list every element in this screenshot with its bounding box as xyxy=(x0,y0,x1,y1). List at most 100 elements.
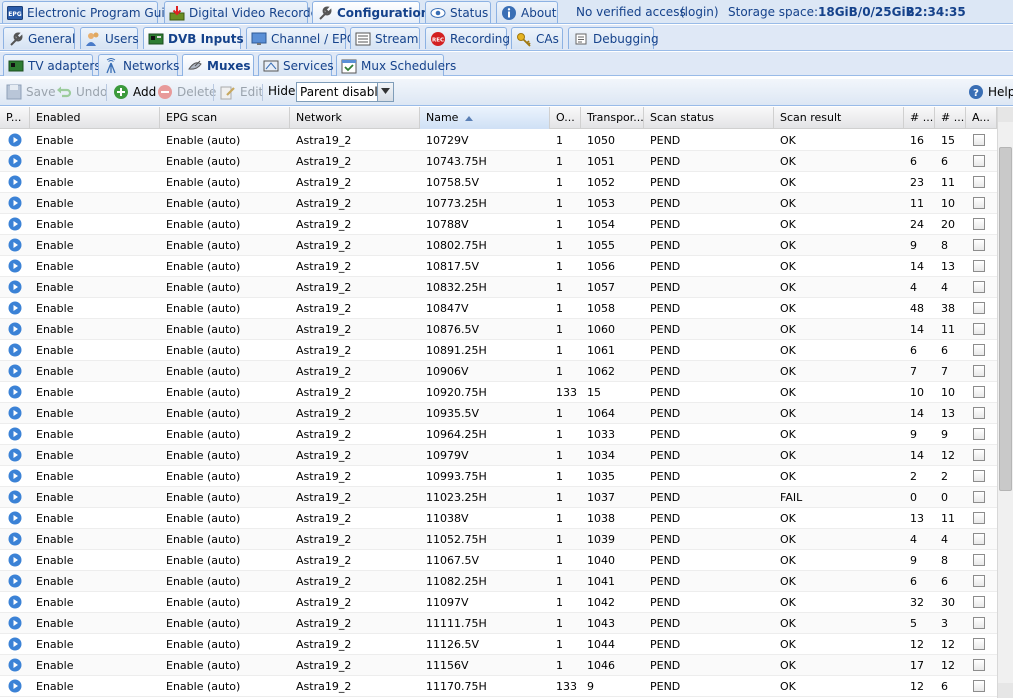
play-icon[interactable] xyxy=(8,238,22,252)
col-network[interactable]: Network xyxy=(290,107,420,129)
active-checkbox[interactable] xyxy=(973,554,985,566)
play-icon[interactable] xyxy=(8,637,22,651)
login-link[interactable]: (login) xyxy=(680,5,719,19)
col-enabled[interactable]: Enabled xyxy=(30,107,160,129)
table-row[interactable]: Enable Enable (auto) Astra19_2 10891.25H 1 10… xyxy=(0,340,997,361)
play-icon[interactable] xyxy=(8,616,22,630)
play-icon[interactable] xyxy=(8,196,22,210)
play-icon[interactable] xyxy=(8,259,22,273)
play-icon[interactable] xyxy=(8,322,22,336)
table-row[interactable]: Enable Enable (auto) Astra19_2 11067.5V 1 104… xyxy=(0,550,997,571)
active-checkbox[interactable] xyxy=(973,386,985,398)
table-row[interactable]: Enable Enable (auto) Astra19_2 10773.25H 1 10… xyxy=(0,193,997,214)
active-checkbox[interactable] xyxy=(973,512,985,524)
play-icon[interactable] xyxy=(8,553,22,567)
col-active[interactable]: A... xyxy=(966,107,997,129)
play-icon[interactable] xyxy=(8,658,22,672)
tab-stream[interactable]: Stream xyxy=(350,27,420,49)
table-row[interactable]: Enable Enable (auto) Astra19_2 10802.75H 1 10… xyxy=(0,235,997,256)
active-checkbox[interactable] xyxy=(973,659,985,671)
table-row[interactable]: Enable Enable (auto) Astra19_2 11052.75H 1 10… xyxy=(0,529,997,550)
col-onid[interactable]: O... xyxy=(550,107,581,129)
play-icon[interactable] xyxy=(8,448,22,462)
play-icon[interactable] xyxy=(8,490,22,504)
active-checkbox[interactable] xyxy=(973,239,985,251)
table-row[interactable]: Enable Enable (auto) Astra19_2 11038V 1 1038 P… xyxy=(0,508,997,529)
tab-general[interactable]: General xyxy=(3,27,75,49)
col-name[interactable]: Name xyxy=(420,107,550,129)
active-checkbox[interactable] xyxy=(973,617,985,629)
active-checkbox[interactable] xyxy=(973,260,985,272)
play-icon[interactable] xyxy=(8,364,22,378)
table-row[interactable]: Enable Enable (auto) Astra19_2 10993.75H 1 10… xyxy=(0,466,997,487)
table-row[interactable]: Enable Enable (auto) Astra19_2 11023.25H 1 10… xyxy=(0,487,997,508)
tab-services[interactable]: Services xyxy=(258,54,334,76)
play-icon[interactable] xyxy=(8,385,22,399)
tab-recording[interactable]: REC Recording xyxy=(425,27,510,49)
table-row[interactable]: Enable Enable (auto) Astra19_2 11111.75H 1 10… xyxy=(0,613,997,634)
tab-users[interactable]: Users xyxy=(80,27,139,49)
play-icon[interactable] xyxy=(8,217,22,231)
active-checkbox[interactable] xyxy=(973,176,985,188)
col-num-services[interactable]: # ... xyxy=(904,107,935,129)
table-row[interactable]: Enable Enable (auto) Astra19_2 11082.25H 1 10… xyxy=(0,571,997,592)
active-checkbox[interactable] xyxy=(973,344,985,356)
active-checkbox[interactable] xyxy=(973,470,985,482)
play-icon[interactable] xyxy=(8,406,22,420)
hide-select[interactable]: Parent disabled xyxy=(296,82,394,102)
play-icon[interactable] xyxy=(8,574,22,588)
play-icon[interactable] xyxy=(8,511,22,525)
active-checkbox[interactable] xyxy=(973,638,985,650)
active-checkbox[interactable] xyxy=(973,449,985,461)
delete-button[interactable]: Delete xyxy=(157,84,216,100)
table-row[interactable]: Enable Enable (auto) Astra19_2 11097V 1 1042 P… xyxy=(0,592,997,613)
active-checkbox[interactable] xyxy=(973,155,985,167)
col-scan-status[interactable]: Scan status xyxy=(644,107,774,129)
table-row[interactable]: Enable Enable (auto) Astra19_2 10906V 1 1062 P… xyxy=(0,361,997,382)
table-row[interactable]: Enable Enable (auto) Astra19_2 10817.5V 1 105… xyxy=(0,256,997,277)
tab-muxes[interactable]: Muxes xyxy=(182,54,254,76)
active-checkbox[interactable] xyxy=(973,596,985,608)
table-row[interactable]: Enable Enable (auto) Astra19_2 10788V 1 1054 P… xyxy=(0,214,997,235)
active-checkbox[interactable] xyxy=(973,134,985,146)
active-checkbox[interactable] xyxy=(973,533,985,545)
active-checkbox[interactable] xyxy=(973,407,985,419)
tab-networks[interactable]: Networks xyxy=(98,54,179,76)
tab-about[interactable]: About xyxy=(496,1,558,23)
table-row[interactable]: Enable Enable (auto) Astra19_2 10758.5V 1 105… xyxy=(0,172,997,193)
tab-channel-epg[interactable]: Channel / EPG xyxy=(246,27,356,49)
play-icon[interactable] xyxy=(8,133,22,147)
undo-button[interactable]: Undo xyxy=(56,84,107,100)
tab-mux-schedulers[interactable]: Mux Schedulers xyxy=(336,54,456,76)
play-icon[interactable] xyxy=(8,154,22,168)
play-icon[interactable] xyxy=(8,301,22,315)
chevron-down-icon[interactable] xyxy=(377,83,393,101)
active-checkbox[interactable] xyxy=(973,281,985,293)
col-num-channels[interactable]: # ... xyxy=(935,107,966,129)
col-transport[interactable]: Transpor... xyxy=(581,107,644,129)
play-icon[interactable] xyxy=(8,595,22,609)
scroll-down-button[interactable] xyxy=(998,683,1013,698)
help-button[interactable]: ? Help xyxy=(968,84,1013,100)
tab-dvr[interactable]: Digital Video Recorder xyxy=(164,1,323,23)
add-button[interactable]: Add xyxy=(113,84,156,100)
save-button[interactable]: Save xyxy=(6,84,55,100)
table-row[interactable]: Enable Enable (auto) Astra19_2 10743.75H 1 10… xyxy=(0,151,997,172)
play-icon[interactable] xyxy=(8,679,22,693)
active-checkbox[interactable] xyxy=(973,365,985,377)
active-checkbox[interactable] xyxy=(973,197,985,209)
play-icon[interactable] xyxy=(8,343,22,357)
play-icon[interactable] xyxy=(8,532,22,546)
table-row[interactable]: Enable Enable (auto) Astra19_2 10876.5V 1 106… xyxy=(0,319,997,340)
tab-status[interactable]: Status xyxy=(425,1,491,23)
table-row[interactable]: Enable Enable (auto) Astra19_2 10964.25H 1 10… xyxy=(0,424,997,445)
play-icon[interactable] xyxy=(8,280,22,294)
tab-epg[interactable]: EPG Electronic Program Guide xyxy=(2,1,180,23)
tab-tv-adapters[interactable]: TV adapters xyxy=(3,54,101,76)
tab-dvb-inputs[interactable]: DVB Inputs xyxy=(143,27,244,49)
tab-debugging[interactable]: Debugging xyxy=(568,27,659,49)
edit-button[interactable]: Edit xyxy=(220,84,263,100)
active-checkbox[interactable] xyxy=(973,680,985,692)
active-checkbox[interactable] xyxy=(973,323,985,335)
table-row[interactable]: Enable Enable (auto) Astra19_2 11126.5V 1 104… xyxy=(0,634,997,655)
